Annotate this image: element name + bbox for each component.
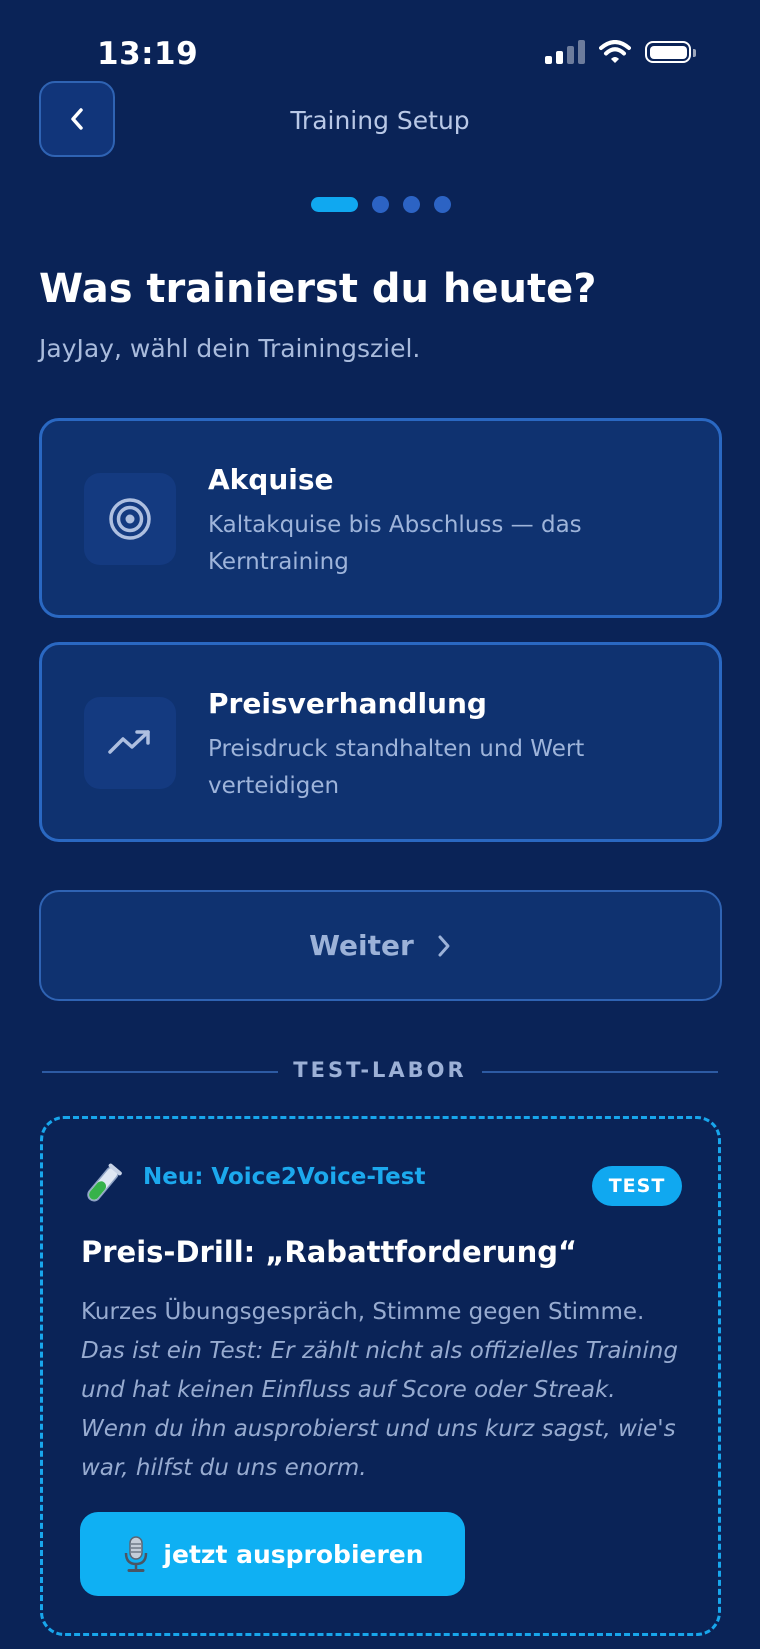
option-card-akquise[interactable]: Akquise Kaltakquise bis Abschluss — das … [39, 418, 722, 618]
page-subtitle: JayJay, wähl dein Trainingsziel. [39, 334, 421, 363]
try-now-button[interactable]: jetzt ausprobieren [80, 1512, 465, 1596]
page-title: Was trainierst du heute? [39, 266, 597, 312]
option-description: Kaltakquise bis Abschluss — das Kerntrai… [208, 512, 582, 575]
option-title: Preisverhandlung [208, 687, 487, 720]
wifi-icon [599, 40, 631, 63]
option-card-preisverhandlung[interactable]: Preisverhandlung Preisdruck standhalten … [39, 642, 722, 842]
test-lab-note: Das ist ein Test: Er zählt nicht als off… [81, 1338, 678, 1481]
nav-title: Training Setup [290, 106, 470, 135]
status-time: 13:19 [97, 36, 199, 72]
chevron-right-icon [438, 935, 450, 956]
cellular-signal-icon [545, 40, 585, 64]
trending-up-icon [84, 697, 176, 789]
option-title: Akquise [208, 463, 334, 496]
test-tube-icon [87, 1163, 122, 1202]
battery-icon [645, 41, 696, 63]
test-lab-description: Kurzes Übungsgespräch, Stimme gegen Stim… [81, 1293, 681, 1488]
microphone-icon [125, 1536, 148, 1572]
section-label-test-lab: TEST-LABOR [293, 1058, 467, 1082]
test-badge: TEST [592, 1166, 682, 1206]
step-dot [372, 196, 389, 213]
try-now-button-label: jetzt ausprobieren [163, 1539, 424, 1569]
step-dot [403, 196, 420, 213]
step-dot [434, 196, 451, 213]
continue-button-label: Weiter [309, 929, 414, 962]
test-lab-tag: Neu: Voice2Voice-Test [143, 1164, 426, 1190]
test-lab-description-text: Kurzes Übungsgespräch, Stimme gegen Stim… [81, 1299, 645, 1325]
divider-line [482, 1071, 718, 1073]
test-lab-title: Preis-Drill: „Rabattforderung“ [81, 1235, 578, 1269]
option-description: Preisdruck standhalten und Wert verteidi… [208, 736, 585, 799]
step-indicator [311, 196, 451, 213]
target-icon [84, 473, 176, 565]
test-lab-card: Neu: Voice2Voice-Test TEST Preis-Drill: … [40, 1116, 721, 1636]
step-dot-active [311, 197, 358, 212]
status-icons [545, 40, 696, 64]
continue-button[interactable]: Weiter [39, 890, 722, 1001]
